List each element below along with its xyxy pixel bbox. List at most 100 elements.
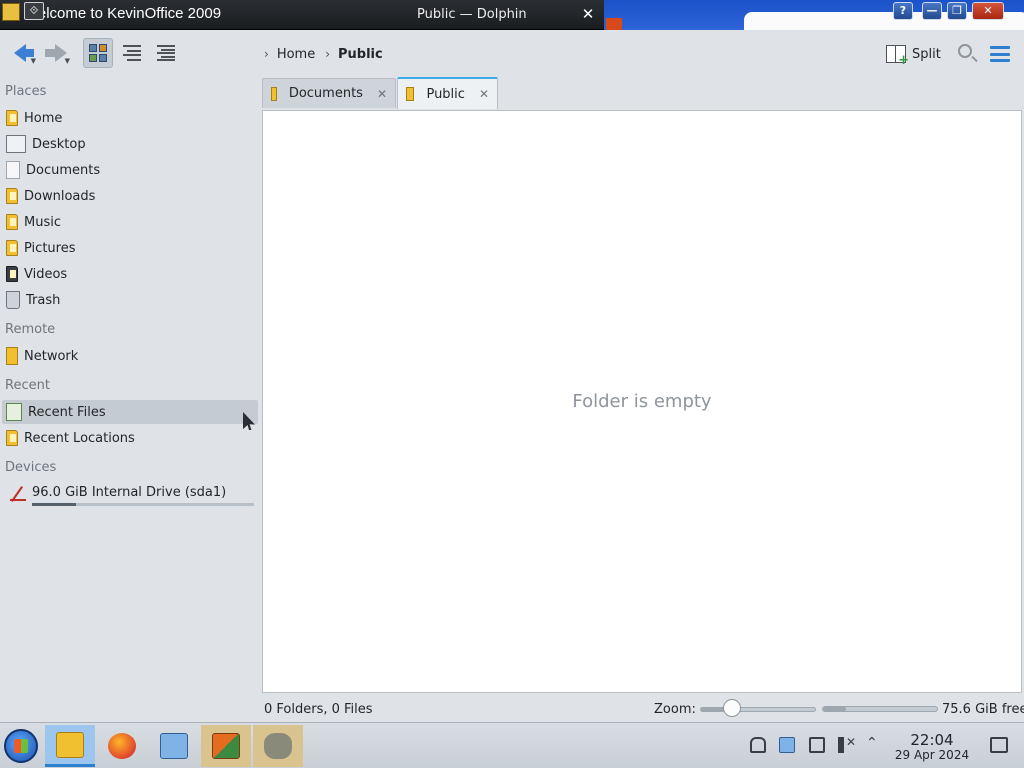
pictures-folder-icon	[6, 240, 18, 256]
sidebar-item-pictures[interactable]: Pictures	[2, 236, 258, 260]
tab-bar: Documents ✕ Public ✕	[262, 77, 1024, 110]
breadcrumb-home[interactable]: Home	[277, 47, 315, 62]
free-space-fill	[823, 707, 846, 711]
forward-history-caret-icon[interactable]: ▼	[65, 57, 70, 65]
sidebar-item-label: Trash	[26, 292, 61, 308]
notifications-icon[interactable]	[750, 737, 766, 753]
tab-label: Documents	[288, 86, 363, 101]
background-window-title: Welcome to KevinOffice 2009	[24, 5, 222, 22]
split-view-icon	[886, 45, 909, 68]
zoom-slider-handle[interactable]	[723, 699, 742, 717]
sidebar-item-desktop[interactable]: Desktop	[2, 132, 258, 156]
taskbar-kevinoffice[interactable]	[201, 725, 251, 767]
minimize-button[interactable]: —	[922, 2, 942, 20]
details-view-icon	[157, 45, 175, 61]
folder-icon	[406, 87, 415, 101]
close-tab-icon[interactable]: ✕	[479, 87, 489, 101]
desktop-icon	[6, 135, 26, 153]
tab-public[interactable]: Public ✕	[397, 77, 498, 109]
free-space-bar	[822, 706, 938, 712]
places-panel: Places Home Desktop Documents Downloads …	[0, 78, 262, 722]
trash-icon	[6, 291, 20, 309]
sidebar-item-internal-drive[interactable]: 96.0 GiB Internal Drive (sda1)	[2, 482, 258, 510]
drive-usage-fill	[32, 503, 77, 506]
tab-documents[interactable]: Documents ✕	[262, 78, 396, 108]
clock-date[interactable]: 29 Apr 2024	[890, 748, 974, 762]
taskbar: ⌃ 22:04 29 Apr 2024	[0, 722, 1024, 768]
file-view[interactable]: Folder is empty	[262, 110, 1022, 693]
clock-time[interactable]: 22:04	[896, 731, 968, 749]
videos-folder-icon	[6, 266, 18, 282]
icons-view-button[interactable]	[83, 38, 113, 68]
empty-folder-message: Folder is empty	[572, 391, 712, 412]
section-remote: Remote	[5, 322, 56, 337]
gimp-icon	[264, 733, 292, 759]
section-recent: Recent	[5, 378, 50, 393]
sidebar-item-documents[interactable]: Documents	[2, 158, 258, 182]
close-tab-icon[interactable]: ✕	[377, 87, 387, 101]
search-icon[interactable]	[958, 44, 972, 58]
clipboard-icon[interactable]	[809, 737, 825, 753]
recent-locations-icon	[6, 430, 18, 446]
sidebar-item-label: Videos	[24, 266, 68, 282]
sidebar-item-label: Music	[24, 214, 61, 230]
sidebar-item-recent-files[interactable]: Recent Files	[2, 400, 258, 424]
taskbar-firefox[interactable]	[97, 725, 147, 767]
back-arrow-icon	[14, 44, 34, 62]
sidebar-item-recent-locations[interactable]: Recent Locations	[2, 426, 258, 450]
volume-muted-icon[interactable]	[838, 735, 856, 753]
sidebar-item-label: Pictures	[24, 240, 76, 256]
split-button[interactable]: Split	[886, 42, 941, 68]
device-notifier-icon[interactable]	[779, 737, 795, 753]
window-title: Public — Dolphin	[417, 7, 527, 22]
free-space-label: 75.6 GiB free	[942, 702, 1024, 717]
home-folder-icon	[6, 110, 18, 126]
sidebar-item-downloads[interactable]: Downloads	[2, 184, 258, 208]
sidebar-item-trash[interactable]: Trash	[2, 288, 258, 312]
sidebar-item-music[interactable]: Music	[2, 210, 258, 234]
sidebar-item-label: Recent Locations	[24, 430, 135, 446]
back-button[interactable]: ▼	[8, 38, 38, 68]
sidebar-item-label: Downloads	[24, 188, 96, 204]
sidebar-item-home[interactable]: Home	[2, 106, 258, 130]
taskbar-system-settings[interactable]	[149, 725, 199, 767]
show-desktop-icon[interactable]	[990, 737, 1008, 753]
window-menu-icon[interactable]: ⟐	[24, 2, 44, 20]
sidebar-item-label: Desktop	[32, 136, 86, 152]
help-button[interactable]: ?	[893, 2, 913, 20]
taskbar-file-manager[interactable]	[45, 725, 95, 767]
tab-label: Public	[426, 86, 465, 102]
sidebar-item-label: Home	[24, 110, 63, 126]
firefox-icon	[108, 733, 136, 759]
back-history-caret-icon[interactable]: ▼	[31, 57, 36, 65]
documents-icon	[6, 161, 20, 179]
background-window-titlebar[interactable]: Welcome to KevinOffice 2009 ⟐ Public — D…	[0, 0, 604, 30]
chevron-right-icon: ›	[264, 47, 269, 61]
restore-button[interactable]: ❐	[947, 2, 967, 20]
taskbar-gimp[interactable]	[253, 725, 303, 767]
hamburger-menu-icon[interactable]	[990, 46, 1010, 62]
close-background-window-button[interactable]: ✕	[972, 2, 1004, 20]
dolphin-toolbar: ▼ ▼ › Home › Public Split	[0, 30, 1024, 78]
section-places: Places	[5, 84, 47, 99]
start-orb-icon[interactable]	[4, 729, 38, 763]
chevron-right-icon: ›	[325, 47, 331, 61]
sidebar-item-network[interactable]: Network	[2, 344, 258, 368]
folder-summary: 0 Folders, 0 Files	[264, 702, 373, 717]
compact-view-button[interactable]	[117, 38, 147, 68]
sidebar-item-label: 96.0 GiB Internal Drive (sda1)	[32, 485, 227, 500]
downloads-folder-icon	[6, 188, 18, 204]
recent-files-icon	[6, 403, 22, 421]
close-window-button[interactable]: ✕	[578, 4, 598, 24]
music-folder-icon	[6, 214, 18, 230]
office-icon	[212, 733, 240, 759]
breadcrumb-public[interactable]: Public	[338, 47, 383, 62]
zoom-slider[interactable]	[700, 707, 816, 712]
split-label: Split	[912, 46, 941, 62]
zoom-label: Zoom:	[654, 702, 696, 717]
sidebar-item-videos[interactable]: Videos	[2, 262, 258, 286]
network-icon	[6, 347, 18, 365]
forward-button[interactable]: ▼	[42, 38, 72, 68]
tray-expand-icon[interactable]: ⌃	[866, 735, 878, 751]
details-view-button[interactable]	[151, 38, 181, 68]
